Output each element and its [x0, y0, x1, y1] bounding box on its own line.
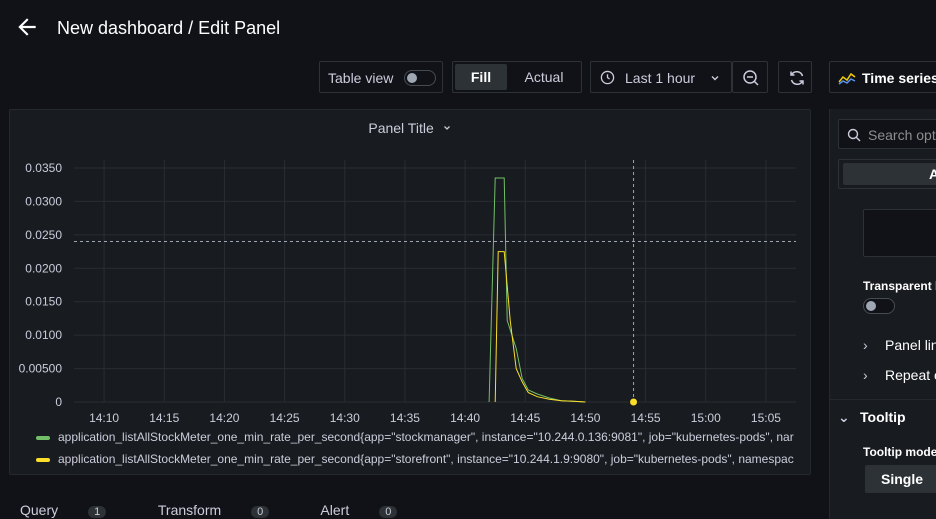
x-tick-label: 15:00: [691, 411, 721, 425]
switch-knob: [866, 301, 876, 311]
editor-tabs: Query 1 Transform 0 Alert 0: [20, 502, 445, 518]
time-range-label: Last 1 hour: [625, 70, 696, 86]
search-icon: [847, 128, 861, 142]
repeat-label: Repeat o: [885, 367, 936, 383]
refresh-icon: [790, 70, 804, 86]
time-range-picker[interactable]: Last 1 hour: [590, 61, 732, 93]
y-tick-label: 0.0150: [25, 295, 62, 309]
y-tick-label: 0.0350: [25, 161, 62, 175]
options-pane: Search opti A Transparent b › Panel lin ›…: [829, 109, 936, 519]
time-series-icon: [838, 72, 856, 85]
chevron-right-icon: ›: [863, 367, 868, 383]
tab-transform-label: Transform: [157, 502, 222, 518]
visualization-picker[interactable]: Time series: [829, 61, 936, 93]
time-series-chart[interactable]: 0.0350 0.0300 0.0250 0.0200 0.0150 0.0100 0.00…: [10, 110, 810, 428]
x-tick-label: 14:55: [631, 411, 661, 425]
zoom-out-button[interactable]: [732, 61, 768, 93]
options-filter-radio: A: [838, 159, 936, 189]
panel-preview: Panel Title 0.0350 0.0300 0.0250 0.0200 0.01…: [9, 109, 811, 475]
back-arrow-icon[interactable]: [14, 14, 40, 40]
x-tick-label: 15:05: [751, 411, 781, 425]
x-tick-label: 14:50: [570, 411, 600, 425]
y-tick-label: 0.0250: [25, 228, 62, 242]
x-tick-label: 14:25: [270, 411, 300, 425]
y-tick-label: 0.0100: [25, 328, 62, 342]
x-tick-label: 14:20: [209, 411, 239, 425]
transparent-switch[interactable]: [863, 298, 895, 314]
page-title: New dashboard / Edit Panel: [57, 18, 281, 38]
search-placeholder: Search opti: [868, 127, 936, 143]
panel-links-label: Panel lin: [885, 337, 936, 353]
refresh-button[interactable]: [778, 61, 812, 93]
tooltip-section-header[interactable]: ⌄ Tooltip: [838, 409, 906, 426]
chevron-right-icon: ›: [863, 337, 868, 353]
legend-label: application_listAllStockMeter_one_min_ra…: [58, 430, 794, 444]
tooltip-mode-single-button[interactable]: Single: [865, 465, 936, 493]
clock-icon: [600, 70, 615, 85]
y-tick-label: 0: [55, 395, 62, 409]
tooltip-section-label: Tooltip: [860, 409, 906, 425]
legend-item[interactable]: application_listAllStockMeter_one_min_ra…: [36, 452, 806, 466]
repeat-options-section[interactable]: › Repeat o: [863, 367, 936, 383]
y-tick-label: 0.00500: [19, 362, 63, 376]
tab-alert-count: 0: [379, 506, 398, 518]
panel-links-section[interactable]: › Panel lin: [863, 337, 936, 353]
tab-query-count: 1: [88, 506, 107, 518]
chevron-down-icon: [711, 76, 719, 81]
tab-transform[interactable]: Transform 0: [158, 502, 293, 518]
panel-description-field[interactable]: [863, 209, 936, 257]
visualization-label: Time series: [862, 70, 936, 86]
table-view-switch[interactable]: [404, 70, 436, 86]
x-tick-label: 14:15: [149, 411, 179, 425]
top-bar: New dashboard / Edit Panel: [0, 0, 936, 60]
chevron-down-icon: ⌄: [838, 409, 850, 425]
x-tick-label: 14:35: [390, 411, 420, 425]
legend-item[interactable]: application_listAllStockMeter_one_min_ra…: [36, 430, 806, 444]
tab-alert-label: Alert: [320, 502, 350, 518]
x-tick-label: 14:30: [330, 411, 360, 425]
tab-alert[interactable]: Alert 0: [320, 502, 421, 518]
y-tick-label: 0.0300: [25, 194, 62, 208]
switch-knob: [407, 73, 417, 83]
table-view-toggle[interactable]: Table view: [319, 61, 443, 93]
options-search-input[interactable]: Search opti: [838, 119, 936, 149]
zoom-out-icon: [743, 70, 759, 86]
legend-label: application_listAllStockMeter_one_min_ra…: [58, 452, 794, 466]
tooltip-mode-label: Tooltip mode: [863, 445, 936, 459]
tab-transform-count: 0: [251, 506, 270, 518]
table-view-label: Table view: [328, 70, 394, 86]
hover-point: [629, 397, 639, 407]
x-tick-label: 14:40: [450, 411, 480, 425]
fill-actual-radio-group: Fill Actual: [452, 61, 582, 93]
tab-query[interactable]: Query 1: [20, 502, 130, 518]
legend-swatch: [36, 457, 50, 462]
y-tick-label: 0.0200: [25, 261, 62, 275]
x-tick-label: 14:45: [510, 411, 540, 425]
transparent-label: Transparent b: [863, 279, 936, 293]
divider: [830, 399, 936, 400]
fill-button[interactable]: Fill: [455, 64, 507, 90]
tab-query-label: Query: [20, 502, 59, 518]
legend-swatch: [36, 435, 50, 440]
x-tick-label: 14:10: [89, 411, 119, 425]
actual-button[interactable]: Actual: [511, 64, 577, 90]
all-options-button[interactable]: A: [843, 163, 936, 185]
